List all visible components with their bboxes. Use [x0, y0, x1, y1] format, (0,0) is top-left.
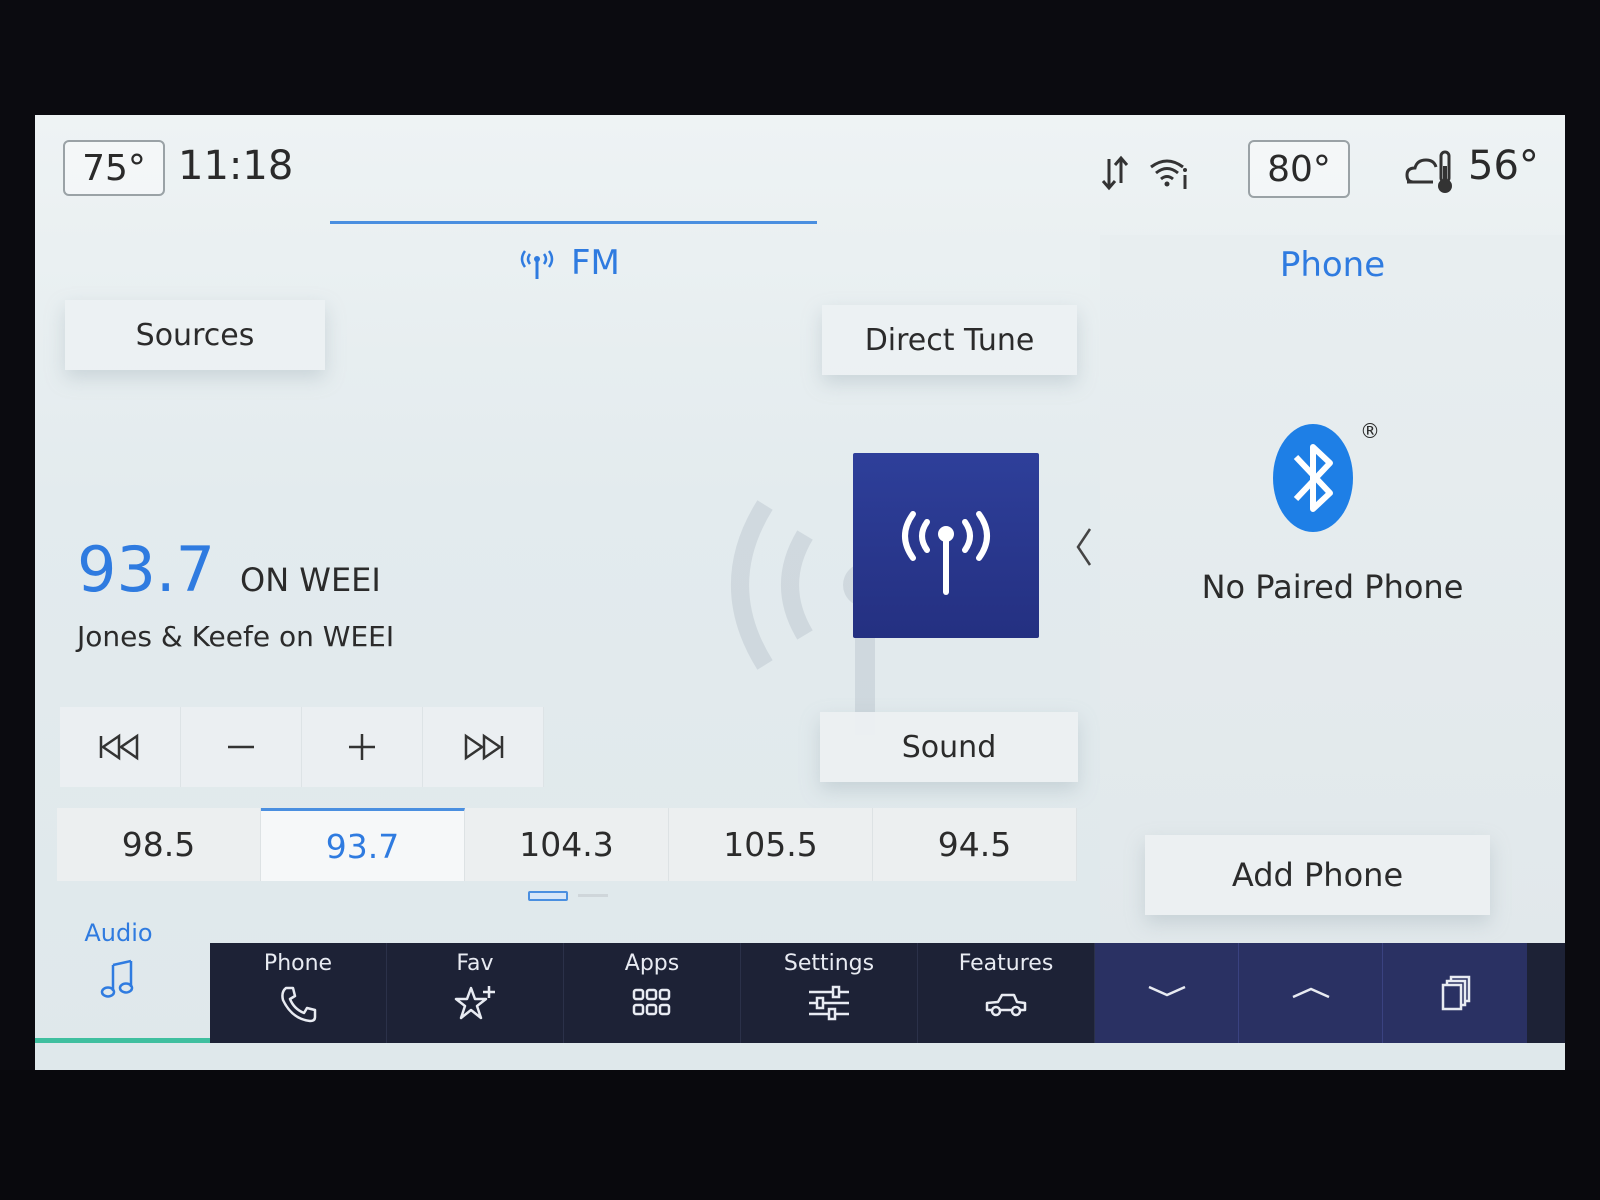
radio-antenna-icon [520, 250, 554, 279]
status-bar: 75° 11:18 80° 56° [35, 115, 1565, 225]
nav-audio-label: Audio [84, 919, 153, 947]
layout-toggle-button[interactable] [1383, 943, 1527, 1043]
preset-2[interactable]: 93.7 [261, 808, 465, 881]
station-artwork [853, 453, 1039, 638]
stacked-screens-icon [1441, 975, 1471, 1011]
phone-handset-icon [281, 986, 317, 1023]
sources-button[interactable]: Sources [65, 300, 325, 370]
settings-sliders-icon [809, 985, 849, 1021]
nav-fav[interactable]: Fav [387, 943, 564, 1043]
bluetooth-icon [1273, 424, 1353, 532]
apps-grid-icon [632, 988, 671, 1016]
audio-active-indicator [35, 1038, 210, 1043]
expand-panel-button[interactable] [1239, 943, 1383, 1043]
chevron-down-icon [1147, 985, 1186, 997]
direct-tune-button[interactable]: Direct Tune [822, 305, 1077, 375]
seek-forward-button[interactable] [423, 707, 544, 787]
nav-phone[interactable]: Phone [210, 943, 387, 1043]
nav-fav-label: Fav [456, 951, 494, 976]
outside-temperature: 56° [1468, 143, 1539, 189]
source-label: FM [571, 243, 620, 283]
preset-page-indicator-active[interactable] [528, 891, 568, 901]
star-plus-icon [454, 986, 495, 1020]
phone-panel: Phone ® No Paired Phone Add Phone [1100, 235, 1565, 950]
music-note-icon [100, 959, 133, 998]
clock: 11:18 [178, 143, 294, 189]
program-title: Jones & Keefe on WEEI [77, 620, 395, 653]
nav-phone-label: Phone [263, 951, 333, 976]
passenger-temp-button[interactable]: 80° [1248, 140, 1350, 198]
audio-tab-underline [330, 221, 817, 224]
preset-bar: 98.5 93.7 104.3 105.5 94.5 [57, 808, 1077, 881]
preset-4[interactable]: 105.5 [669, 808, 873, 881]
wifi-icon [1150, 159, 1187, 189]
seek-back-button[interactable] [60, 707, 181, 787]
outside-temperature-icon [1405, 150, 1452, 193]
station-name: ON WEEI [240, 561, 381, 599]
sound-button[interactable]: Sound [820, 712, 1078, 782]
preset-3[interactable]: 104.3 [465, 808, 669, 881]
chevron-up-icon [1291, 987, 1330, 999]
registered-mark: ® [1360, 419, 1380, 443]
collapse-panel-button[interactable] [1095, 943, 1239, 1043]
nav-settings-label: Settings [783, 951, 875, 976]
nav-settings[interactable]: Settings [741, 943, 918, 1043]
skip-back-icon [99, 733, 139, 761]
plus-icon [349, 734, 375, 760]
minus-icon [228, 745, 254, 749]
data-transfer-icon [1101, 155, 1129, 191]
infotainment-screen: 75° 11:18 80° 56° FM Sources Direct Tune… [35, 115, 1565, 1070]
nav-apps-label: Apps [624, 951, 680, 976]
nav-audio[interactable]: Audio [35, 913, 210, 1043]
nav-features-label: Features [958, 951, 1054, 976]
display-bezel [0, 1070, 1600, 1200]
current-frequency: 93.7 [77, 533, 216, 606]
tune-up-button[interactable] [302, 707, 423, 787]
skip-forward-icon [464, 733, 504, 761]
source-header: FM [515, 243, 620, 283]
preset-page-indicator[interactable] [578, 894, 608, 897]
driver-temp-button[interactable]: 75° [63, 140, 165, 196]
phone-status: No Paired Phone [1201, 568, 1464, 606]
phone-panel-title: Phone [1279, 245, 1386, 285]
radio-antenna-icon [902, 510, 990, 595]
nav-apps[interactable]: Apps [564, 943, 741, 1043]
preset-5[interactable]: 94.5 [873, 808, 1077, 881]
preset-1[interactable]: 98.5 [57, 808, 261, 881]
transport-controls [60, 707, 544, 787]
add-phone-button[interactable]: Add Phone [1145, 835, 1490, 915]
vehicle-icon [985, 993, 1027, 1017]
tune-down-button[interactable] [181, 707, 302, 787]
chevron-left-icon[interactable] [1073, 525, 1095, 569]
nav-features[interactable]: Features [918, 943, 1095, 1043]
bottom-nav-bar: Phone Fav Apps Settings Features [210, 943, 1565, 1043]
